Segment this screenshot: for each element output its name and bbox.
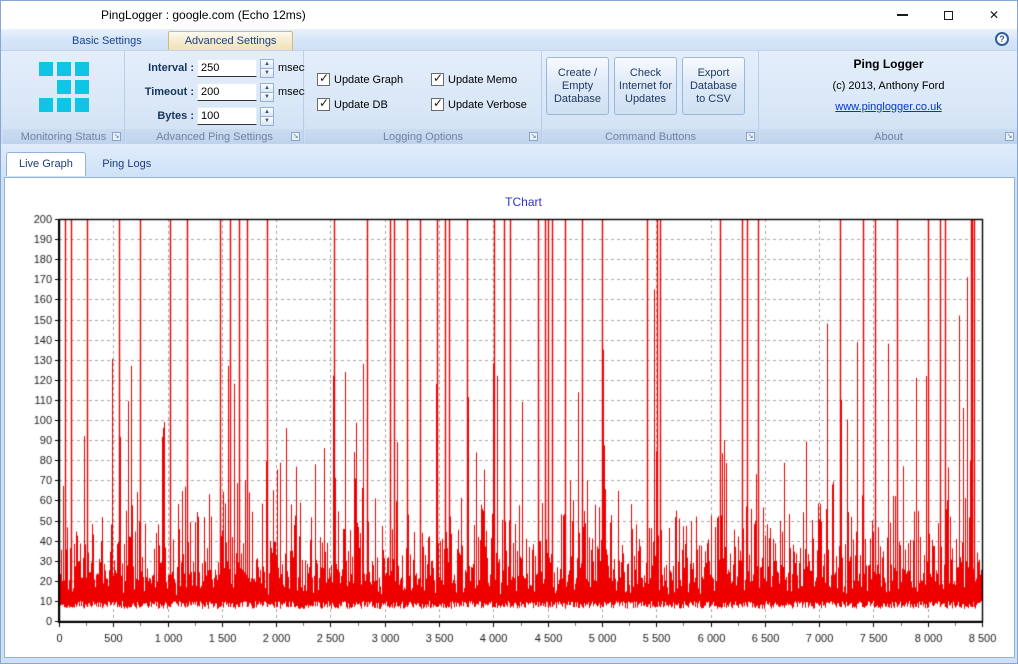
group-caption-monitoring-status: Monitoring Status <box>21 131 107 143</box>
tab-ping-logs[interactable]: Ping Logs <box>90 153 163 176</box>
dialog-launcher-icon[interactable]: ↘ <box>746 132 755 141</box>
group-caption-about: About <box>874 131 903 143</box>
group-command-buttons: Create / Empty Database Check Internet f… <box>543 51 759 144</box>
help-icon[interactable]: ? <box>995 32 1009 46</box>
dialog-launcher-icon[interactable]: ↘ <box>1005 132 1014 141</box>
timeout-label: Timeout : <box>130 86 194 98</box>
interval-stepper[interactable]: ▲ ▼ <box>260 59 274 78</box>
app-window: PingLogger : google.com (Echo 12ms) ✕ Ba… <box>0 0 1018 664</box>
about-app-name: Ping Logger <box>760 57 1017 71</box>
checkbox-icon: ✓ <box>317 98 330 111</box>
checkbox-icon: ✓ <box>431 73 444 86</box>
pinglogger-website-link[interactable]: www.pinglogger.co.uk <box>835 101 941 113</box>
tab-live-graph[interactable]: Live Graph <box>6 152 86 176</box>
status-square <box>39 98 53 112</box>
spin-down-icon[interactable]: ▼ <box>260 117 274 126</box>
close-button[interactable]: ✕ <box>971 1 1017 29</box>
export-database-csv-button[interactable]: Export Database to CSV <box>682 57 745 115</box>
status-square <box>57 80 71 94</box>
maximize-button[interactable] <box>925 1 971 29</box>
spin-up-icon[interactable]: ▲ <box>260 83 274 93</box>
minimize-icon <box>897 14 908 16</box>
timeout-input[interactable] <box>197 83 257 101</box>
group-about: Ping Logger (c) 2013, Anthony Ford www.p… <box>760 51 1017 144</box>
checkbox-update-graph[interactable]: ✓ Update Graph <box>317 73 429 86</box>
maximize-icon <box>944 11 953 20</box>
status-square <box>57 62 71 76</box>
status-square-empty <box>39 80 53 94</box>
group-caption-command-buttons: Command Buttons <box>605 131 696 143</box>
checkbox-icon: ✓ <box>431 98 444 111</box>
checkbox-icon: ✓ <box>317 73 330 86</box>
spin-up-icon[interactable]: ▲ <box>260 59 274 69</box>
ribbon-tab-advanced-settings[interactable]: Advanced Settings <box>168 31 294 50</box>
checkbox-update-memo[interactable]: ✓ Update Memo <box>431 73 527 86</box>
group-caption-advanced-ping-settings: Advanced Ping Settings <box>156 131 273 143</box>
ping-chart-canvas[interactable] <box>5 206 1011 654</box>
group-caption-logging-options: Logging Options <box>383 131 463 143</box>
dialog-launcher-icon[interactable]: ↘ <box>112 132 121 141</box>
interval-input[interactable] <box>197 59 257 77</box>
titlebar: PingLogger : google.com (Echo 12ms) ✕ <box>1 1 1017 29</box>
bytes-label: Bytes : <box>130 110 194 122</box>
group-monitoring-status: Monitoring Status ↘ <box>3 51 125 144</box>
status-square <box>75 62 89 76</box>
minimize-button[interactable] <box>879 1 925 29</box>
window-title: PingLogger : google.com (Echo 12ms) <box>101 1 306 29</box>
spin-up-icon[interactable]: ▲ <box>260 107 274 117</box>
dialog-launcher-icon[interactable]: ↘ <box>291 132 300 141</box>
check-internet-updates-button[interactable]: Check Internet for Updates <box>614 57 677 115</box>
status-square <box>39 62 53 76</box>
monitoring-status-grid-icon <box>39 62 89 112</box>
ribbon: Monitoring Status ↘ Interval : ▲ ▼ msecs… <box>1 51 1017 144</box>
group-advanced-ping-settings: Interval : ▲ ▼ msecs Timeout : ▲ ▼ msecs… <box>126 51 304 144</box>
status-square <box>75 80 89 94</box>
bytes-input[interactable] <box>197 107 257 125</box>
spin-down-icon[interactable]: ▼ <box>260 69 274 78</box>
page-tab-strip: Live Graph Ping Logs <box>1 144 1017 177</box>
timeout-stepper[interactable]: ▲ ▼ <box>260 83 274 102</box>
bytes-stepper[interactable]: ▲ ▼ <box>260 107 274 126</box>
about-copyright: (c) 2013, Anthony Ford <box>760 80 1017 92</box>
close-icon: ✕ <box>989 9 999 21</box>
interval-label: Interval : <box>130 62 194 74</box>
status-square <box>75 98 89 112</box>
create-empty-database-button[interactable]: Create / Empty Database <box>546 57 609 115</box>
checkbox-update-verbose[interactable]: ✓ Update Verbose <box>431 98 527 111</box>
dialog-launcher-icon[interactable]: ↘ <box>529 132 538 141</box>
live-graph-panel: TChart <box>4 177 1015 658</box>
group-logging-options: ✓ Update Graph ✓ Update Memo ✓ Update DB… <box>305 51 542 144</box>
ribbon-tab-basic-settings[interactable]: Basic Settings <box>56 32 158 50</box>
spin-down-icon[interactable]: ▼ <box>260 93 274 102</box>
ribbon-tab-strip: Basic Settings Advanced Settings ? <box>1 29 1017 51</box>
checkbox-update-db[interactable]: ✓ Update DB <box>317 98 429 111</box>
status-square <box>57 98 71 112</box>
